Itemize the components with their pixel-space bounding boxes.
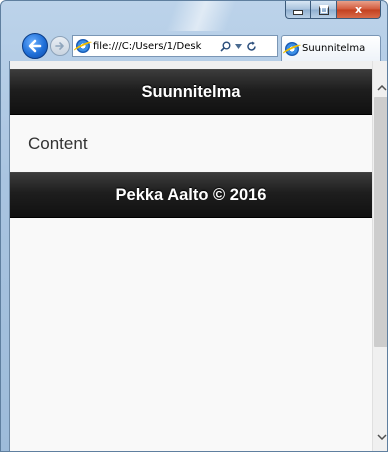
- page-title: Suunnitelma: [141, 82, 241, 101]
- minimize-button[interactable]: [285, 1, 311, 19]
- scroll-thumb[interactable]: [374, 97, 387, 347]
- vertical-scrollbar[interactable]: [372, 61, 387, 451]
- internet-explorer-icon: [76, 39, 90, 53]
- page-content: Content: [10, 115, 372, 172]
- browser-tab[interactable]: Suunnitelma: [281, 35, 381, 61]
- scroll-down-button[interactable]: [373, 428, 387, 445]
- back-button[interactable]: [22, 33, 48, 59]
- page-header: Suunnitelma: [10, 69, 372, 115]
- window-caption-buttons: x: [285, 1, 381, 19]
- page-viewport: Suunnitelma Content Pekka Aalto © 2016: [9, 61, 387, 451]
- forward-button[interactable]: [50, 36, 70, 56]
- browser-window: x file:///C:/Users/1/Desk Suunnitelma Su…: [0, 0, 388, 452]
- footer-text: Pekka Aalto © 2016: [115, 185, 267, 204]
- minimize-icon: [293, 10, 303, 15]
- refresh-icon[interactable]: [246, 41, 257, 52]
- tab-favicon-icon: [285, 41, 299, 56]
- chevron-down-icon[interactable]: [235, 43, 242, 49]
- content-text: Content: [28, 133, 88, 153]
- close-icon: x: [354, 3, 363, 16]
- maximize-icon: [318, 4, 329, 15]
- tab-title: Suunnitelma: [302, 43, 366, 54]
- address-url[interactable]: file:///C:/Users/1/Desk: [93, 41, 218, 52]
- forward-arrow-icon: [55, 42, 64, 50]
- page-empty-area: [10, 218, 372, 451]
- navigation-bar: file:///C:/Users/1/Desk Suunnitelma: [1, 31, 387, 61]
- maximize-button[interactable]: [311, 1, 337, 19]
- chevron-up-icon: [376, 84, 387, 91]
- back-arrow-icon: [28, 39, 42, 53]
- scroll-up-button[interactable]: [373, 79, 387, 96]
- chevron-down-icon: [376, 433, 387, 440]
- address-bar[interactable]: file:///C:/Users/1/Desk: [72, 35, 278, 57]
- close-button[interactable]: x: [337, 1, 381, 19]
- page-footer: Pekka Aalto © 2016: [10, 172, 372, 218]
- address-bar-actions: [220, 41, 257, 52]
- glass-highlight: [165, 1, 237, 31]
- search-icon[interactable]: [220, 41, 231, 52]
- page-top-strip: [10, 61, 372, 69]
